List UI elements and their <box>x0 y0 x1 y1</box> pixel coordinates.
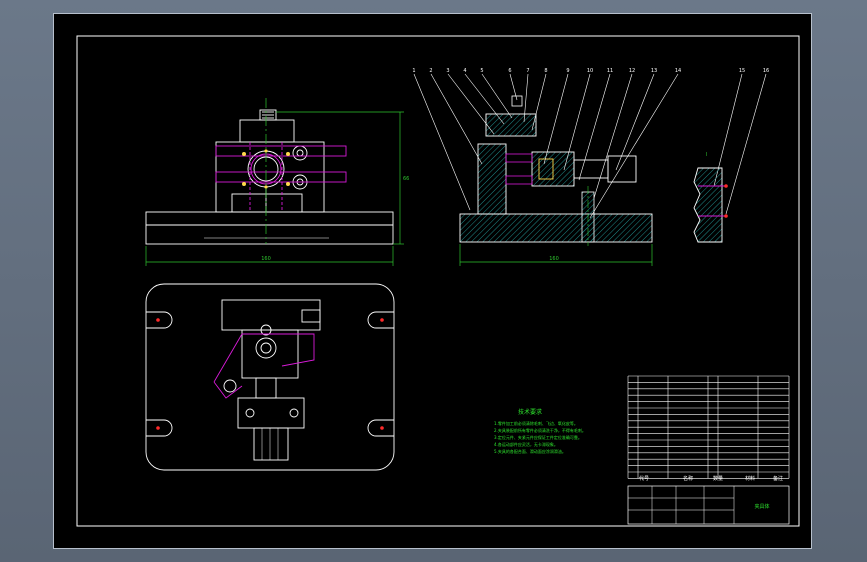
svg-text:I: I <box>706 152 707 158</box>
title-header-name: 名称 <box>683 475 693 482</box>
balloon-3: 3 <box>446 68 449 74</box>
front-view <box>145 109 394 245</box>
parts-list <box>627 375 790 479</box>
balloon-1: 1 <box>412 68 415 74</box>
note-line-5: 5.夹具的各配合面、滑动面应涂润滑油。 <box>494 448 566 454</box>
front-view-hidden <box>215 142 347 212</box>
balloon-15: 15 <box>739 68 745 74</box>
notes-title: 技术要求 <box>518 408 542 416</box>
dimension-section-width: 160 <box>549 256 559 262</box>
detail-view: I <box>693 152 728 243</box>
balloon-13: 13 <box>651 68 657 74</box>
top-view <box>145 283 395 471</box>
balloon-9: 9 <box>566 68 569 74</box>
balloon-4: 4 <box>463 68 466 74</box>
balloon-14: 14 <box>675 68 681 74</box>
cad-viewport[interactable]: 66 160 160 1 2 3 4 5 6 7 8 9 10 11 12 13… <box>53 13 812 549</box>
note-line-2: 2.夹具装配前所有零件必须清洗干净，不得有毛刺。 <box>494 427 586 433</box>
drawing-name: 夹具体 <box>754 503 769 510</box>
title-header-remark: 备注 <box>773 475 783 482</box>
title-header-qty: 数量 <box>713 475 723 482</box>
cad-drawing: 66 160 160 1 2 3 4 5 6 7 8 9 10 11 12 13… <box>76 35 800 527</box>
balloon-8: 8 <box>544 68 547 74</box>
section-view-dimensions <box>459 244 653 266</box>
note-line-4: 4.各运动部件应灵活，无卡滞现象。 <box>494 441 558 447</box>
dimension-front-width: 160 <box>261 256 271 262</box>
title-header-code: 代号 <box>639 475 649 482</box>
title-block-fields <box>628 486 735 524</box>
title-header-material: 材料 <box>745 475 755 482</box>
balloon-2: 2 <box>429 68 432 74</box>
dimension-front-height: 66 <box>403 176 409 182</box>
note-line-3: 3.定位元件、夹紧元件应保证工件定位准确可靠。 <box>494 434 582 440</box>
top-view-slot-marks <box>156 318 384 430</box>
balloon-10: 10 <box>587 68 593 74</box>
balloon-7: 7 <box>526 68 529 74</box>
balloon-12: 12 <box>629 68 635 74</box>
balloon-11: 11 <box>607 68 613 74</box>
balloon-6: 6 <box>508 68 511 74</box>
note-line-1: 1.零件加工前必须清除毛刺、飞边、氧化皮等。 <box>494 420 578 426</box>
balloon-5: 5 <box>480 68 483 74</box>
balloon-16: 16 <box>763 68 769 74</box>
